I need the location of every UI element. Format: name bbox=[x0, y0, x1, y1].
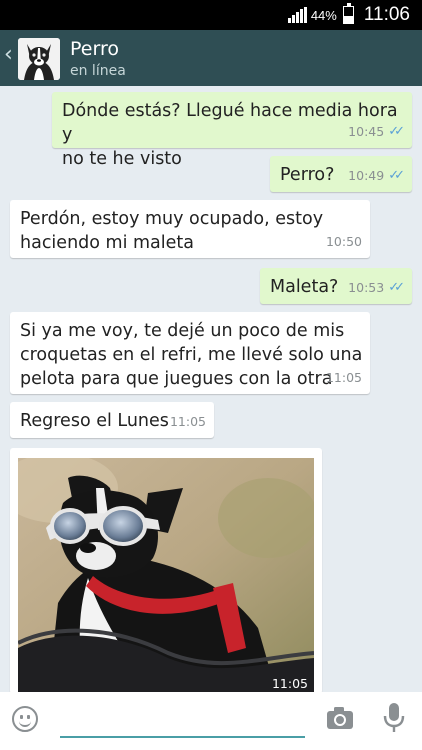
message-meta: 11:05 bbox=[170, 410, 206, 434]
status-right: 44% 11:06 bbox=[287, 0, 410, 30]
message-time: 11:05 bbox=[325, 370, 362, 385]
message-input-bar bbox=[0, 692, 422, 750]
message-meta: 11:05 bbox=[326, 366, 362, 390]
message-meta: 10:49 ✓✓ bbox=[348, 164, 405, 188]
battery-icon bbox=[342, 3, 354, 24]
message-bubble-incoming[interactable]: Regreso el Lunes 11:05 bbox=[10, 402, 214, 438]
message-bubble-outgoing[interactable]: Perro? 10:49 ✓✓ bbox=[270, 156, 412, 192]
status-bar: 44% 11:06 bbox=[0, 0, 422, 30]
message-text: Perdón, estoy muy ocupado, estoy haciend… bbox=[20, 209, 324, 253]
message-time: 10:49 bbox=[348, 168, 385, 183]
emoji-icon[interactable] bbox=[12, 706, 38, 732]
battery-percent: 44% bbox=[310, 7, 337, 23]
read-ticks-icon: ✓✓ bbox=[388, 280, 405, 295]
message-time: 10:45 bbox=[348, 124, 385, 139]
dog-goggles-photo[interactable] bbox=[18, 458, 314, 698]
microphone-icon[interactable] bbox=[383, 702, 405, 738]
photo-time: 11:05 bbox=[271, 676, 308, 691]
contact-status: en línea bbox=[70, 63, 126, 79]
read-ticks-icon: ✓✓ bbox=[388, 168, 405, 183]
read-ticks-icon: ✓✓ bbox=[388, 124, 405, 139]
chat-area[interactable]: Dónde estás? Llegué hace media hora y no… bbox=[0, 86, 422, 698]
message-text: Regreso el Lunes bbox=[20, 411, 169, 431]
message-bubble-incoming[interactable]: Perdón, estoy muy ocupado, estoy haciend… bbox=[10, 200, 370, 258]
signal-icon bbox=[287, 7, 308, 23]
message-bubble-outgoing[interactable]: Maleta? 10:53 ✓✓ bbox=[260, 268, 412, 304]
image-message[interactable]: 11:05 bbox=[10, 448, 322, 698]
message-text: Maleta? bbox=[270, 277, 339, 297]
message-time: 11:05 bbox=[169, 414, 206, 429]
chat-header: ‹ Perro en línea bbox=[0, 30, 422, 86]
chevron-left-icon[interactable]: ‹ bbox=[4, 42, 13, 67]
message-input[interactable] bbox=[60, 706, 305, 738]
status-time: 11:06 bbox=[363, 4, 410, 25]
message-meta: 10:50 bbox=[326, 230, 362, 254]
message-text: Si ya me voy, te dejé un poco de mis cro… bbox=[20, 321, 363, 389]
message-text: Perro? bbox=[280, 165, 335, 185]
message-meta: 10:53 ✓✓ bbox=[348, 276, 405, 300]
contact-name[interactable]: Perro bbox=[70, 38, 119, 60]
message-meta: 10:45 ✓✓ bbox=[348, 120, 405, 144]
camera-icon[interactable] bbox=[326, 706, 354, 734]
message-bubble-incoming[interactable]: Si ya me voy, te dejé un poco de mis cro… bbox=[10, 312, 370, 394]
dog-photo-image bbox=[18, 458, 314, 698]
message-time: 10:53 bbox=[348, 280, 385, 295]
contact-avatar[interactable] bbox=[18, 38, 60, 80]
message-time: 10:50 bbox=[325, 234, 362, 249]
dog-avatar-image bbox=[18, 38, 60, 80]
message-bubble-outgoing[interactable]: Dónde estás? Llegué hace media hora y no… bbox=[52, 92, 412, 169]
